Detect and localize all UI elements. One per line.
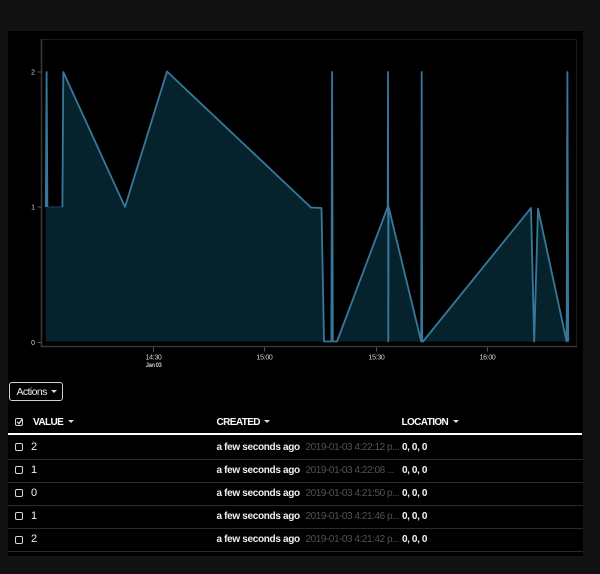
svg-text:16:00: 16:00 bbox=[479, 355, 495, 362]
svg-text:1: 1 bbox=[31, 205, 35, 212]
svg-text:14:30: 14:30 bbox=[145, 355, 161, 362]
svg-text:Jan 03: Jan 03 bbox=[146, 363, 163, 369]
svg-text:2: 2 bbox=[31, 70, 35, 77]
svg-text:15:30: 15:30 bbox=[368, 355, 384, 362]
svg-text:15:00: 15:00 bbox=[256, 355, 272, 362]
svg-text:0: 0 bbox=[31, 340, 35, 347]
